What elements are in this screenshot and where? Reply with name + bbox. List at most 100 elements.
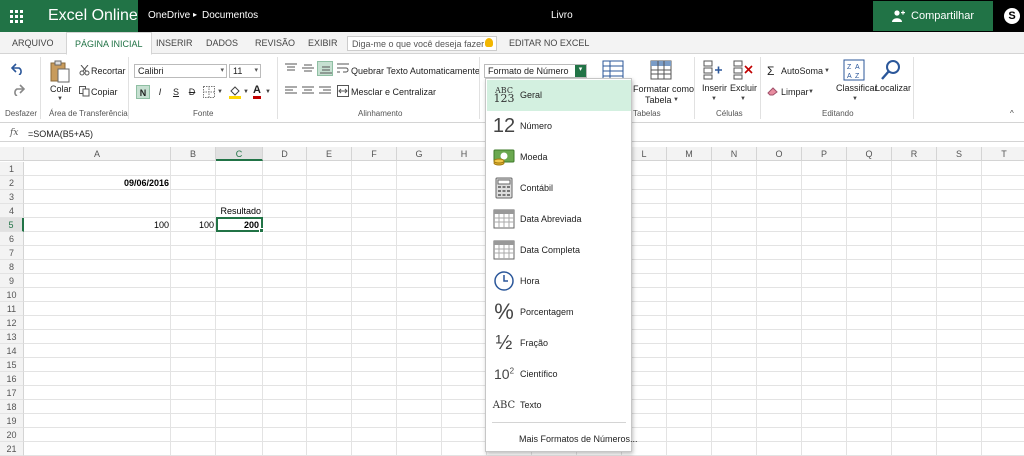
row-header-1[interactable]: 1 bbox=[0, 162, 24, 176]
cell-a5[interactable]: 100 bbox=[25, 218, 171, 232]
formula-input[interactable]: =SOMA(B5+A5) bbox=[28, 129, 93, 139]
borders-dropdown-icon[interactable]: ▼ bbox=[217, 89, 223, 95]
number-format-item-geral[interactable]: ABC 123 Geral bbox=[487, 80, 631, 111]
search-icon[interactable] bbox=[880, 59, 902, 81]
column-header-r[interactable]: R bbox=[892, 147, 937, 161]
format-as-table-label-1[interactable]: Formatar como bbox=[633, 84, 694, 94]
row-header-7[interactable]: 7 bbox=[0, 246, 24, 260]
number-format-item-hora[interactable]: Hora bbox=[487, 266, 631, 297]
row-header-13[interactable]: 13 bbox=[0, 330, 24, 344]
insert-cells-button[interactable]: Inserir bbox=[702, 83, 727, 93]
insert-dropdown-icon[interactable]: ▼ bbox=[711, 96, 717, 102]
italic-button[interactable]: I bbox=[153, 85, 167, 99]
sort-filter-icon[interactable]: Z AA Z bbox=[843, 59, 865, 81]
row-header-17[interactable]: 17 bbox=[0, 386, 24, 400]
align-bottom-button[interactable] bbox=[317, 61, 333, 76]
column-header-e[interactable]: E bbox=[307, 147, 352, 161]
tab-arquivo[interactable]: ARQUIVO bbox=[12, 38, 54, 48]
font-name-select[interactable]: Calibri ▾ bbox=[134, 64, 227, 78]
wrap-text-button[interactable]: Quebrar Texto Automaticamente bbox=[351, 66, 480, 76]
row-header-10[interactable]: 10 bbox=[0, 288, 24, 302]
tab-inserir[interactable]: INSERIR bbox=[156, 38, 193, 48]
clear-dropdown-icon[interactable]: ▼ bbox=[808, 89, 814, 95]
number-format-item-científico[interactable]: 102 Científico bbox=[487, 359, 631, 390]
number-format-item-texto[interactable]: ABC Texto bbox=[487, 390, 631, 421]
tell-me-input[interactable]: Diga-me o que você deseja fazer bbox=[347, 36, 497, 51]
column-header-h[interactable]: H bbox=[442, 147, 487, 161]
autosum-button[interactable]: AutoSoma bbox=[781, 66, 823, 76]
align-right-icon[interactable] bbox=[319, 86, 331, 96]
underline-button[interactable]: S bbox=[169, 85, 183, 99]
number-format-item-contábil[interactable]: Contábil bbox=[487, 173, 631, 204]
row-header-14[interactable]: 14 bbox=[0, 344, 24, 358]
paste-label[interactable]: Colar bbox=[50, 84, 72, 94]
number-format-select[interactable]: Formato de Número ▾ bbox=[484, 64, 587, 78]
cell-c5[interactable]: 200 bbox=[217, 218, 263, 232]
column-header-q[interactable]: Q bbox=[847, 147, 892, 161]
font-color-icon[interactable]: A bbox=[253, 85, 261, 99]
column-header-o[interactable]: O bbox=[757, 147, 802, 161]
breadcrumb-onedrive[interactable]: OneDrive bbox=[148, 10, 190, 21]
column-header-p[interactable]: P bbox=[802, 147, 847, 161]
select-all-corner[interactable] bbox=[0, 147, 24, 161]
column-header-b[interactable]: B bbox=[171, 147, 216, 161]
share-button[interactable]: Compartilhar bbox=[873, 1, 993, 31]
cell-b5[interactable]: 100 bbox=[172, 218, 216, 232]
row-header-18[interactable]: 18 bbox=[0, 400, 24, 414]
row-header-21[interactable]: 21 bbox=[0, 442, 24, 456]
delete-cells-button[interactable]: Excluir bbox=[730, 83, 757, 93]
insert-cells-icon[interactable] bbox=[703, 60, 723, 80]
row-header-19[interactable]: 19 bbox=[0, 414, 24, 428]
fill-handle[interactable] bbox=[259, 228, 264, 233]
clear-button[interactable]: Limpar bbox=[781, 87, 809, 97]
row-header-11[interactable]: 11 bbox=[0, 302, 24, 316]
cell-a2[interactable]: 09/06/2016 bbox=[25, 176, 171, 190]
autosum-dropdown-icon[interactable]: ▼ bbox=[824, 68, 830, 74]
font-size-select[interactable]: 11 ▾ bbox=[229, 64, 261, 78]
column-header-s[interactable]: S bbox=[937, 147, 982, 161]
document-title[interactable]: Livro bbox=[551, 10, 573, 21]
tab-pagina-inicial[interactable]: PÁGINA INICIAL bbox=[66, 32, 152, 55]
align-middle-icon[interactable] bbox=[302, 63, 314, 73]
number-format-item-porcentagem[interactable]: % Porcentagem bbox=[487, 297, 631, 328]
merge-center-button[interactable]: Mesclar e Centralizar bbox=[351, 87, 436, 97]
tab-exibir[interactable]: EXIBIR bbox=[308, 38, 338, 48]
number-format-item-moeda[interactable]: Moeda bbox=[487, 142, 631, 173]
format-as-table-icon[interactable] bbox=[650, 60, 672, 82]
column-header-a[interactable]: A bbox=[24, 147, 171, 161]
tab-dados[interactable]: DADOS bbox=[206, 38, 238, 48]
cell-c4[interactable]: Resultado bbox=[217, 204, 263, 218]
row-header-6[interactable]: 6 bbox=[0, 232, 24, 246]
paste-icon[interactable] bbox=[49, 60, 71, 84]
skype-icon[interactable]: S bbox=[1004, 8, 1020, 24]
row-header-2[interactable]: 2 bbox=[0, 176, 24, 190]
redo-icon[interactable] bbox=[11, 84, 25, 96]
strikethrough-button[interactable]: D bbox=[185, 85, 199, 99]
row-header-4[interactable]: 4 bbox=[0, 204, 24, 218]
more-number-formats-item[interactable]: Mais Formatos de Números... bbox=[519, 434, 638, 444]
align-left-icon[interactable] bbox=[285, 86, 297, 96]
row-header-15[interactable]: 15 bbox=[0, 358, 24, 372]
row-header-12[interactable]: 12 bbox=[0, 316, 24, 330]
edit-in-excel-button[interactable]: EDITAR NO EXCEL bbox=[509, 38, 589, 48]
app-launcher-icon[interactable] bbox=[0, 0, 32, 32]
sort-filter-button[interactable]: Classificar bbox=[836, 83, 878, 93]
borders-icon[interactable] bbox=[203, 86, 215, 98]
align-top-icon[interactable] bbox=[285, 63, 297, 73]
align-center-icon[interactable] bbox=[302, 86, 314, 96]
breadcrumb-documentos[interactable]: Documentos bbox=[202, 10, 258, 21]
paste-dropdown-icon[interactable]: ▼ bbox=[57, 96, 63, 102]
fill-color-icon[interactable] bbox=[228, 85, 242, 99]
app-name[interactable]: Excel Online bbox=[32, 0, 138, 32]
fx-icon[interactable]: fx bbox=[10, 128, 18, 138]
tab-revisao[interactable]: REVISÃO bbox=[255, 38, 295, 48]
row-header-16[interactable]: 16 bbox=[0, 372, 24, 386]
number-format-item-fração[interactable]: ½ Fração bbox=[487, 328, 631, 359]
bold-button[interactable]: N bbox=[136, 85, 150, 99]
column-header-m[interactable]: M bbox=[667, 147, 712, 161]
column-header-t[interactable]: T bbox=[982, 147, 1024, 161]
collapse-ribbon-icon[interactable]: ^ bbox=[1010, 109, 1014, 118]
column-header-f[interactable]: F bbox=[352, 147, 397, 161]
column-header-g[interactable]: G bbox=[397, 147, 442, 161]
number-format-item-número[interactable]: 12 Número bbox=[487, 111, 631, 142]
